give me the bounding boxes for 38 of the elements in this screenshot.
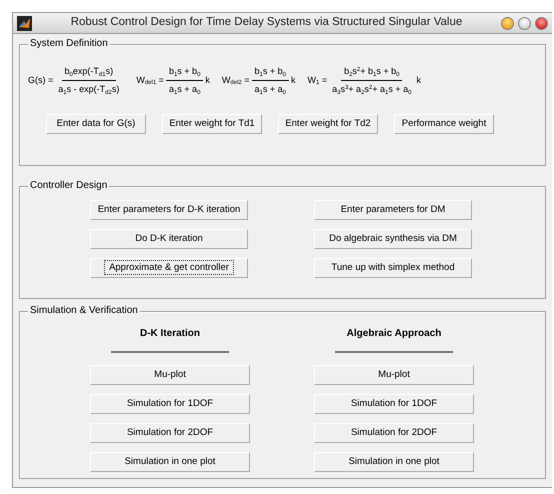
minimize-button[interactable]	[501, 16, 514, 30]
window-title: Robust Control Design for Time Delay Systems via Structured Singular Value	[70, 15, 464, 30]
push-button[interactable]: Simulation for 1DOF	[314, 394, 474, 414]
fraction: b$_{0}$exp(-T$_{d1}$s) a$_{1}$s - exp(-T$_{d2}$s)	[57, 65, 120, 96]
group-title: System Definition	[28, 38, 110, 50]
group-title: Controller Design	[28, 180, 110, 192]
formula-label: W$_{del2}$ =	[222, 74, 250, 88]
push-button[interactable]: Tune up with simplex method	[314, 258, 472, 278]
push-button[interactable]: Enter weight for Td2	[278, 114, 378, 134]
push-button[interactable]: Simulation in one plot	[314, 452, 474, 472]
push-button[interactable]: Enter weight for Td1	[162, 114, 262, 134]
push-button[interactable]: Simulation for 1DOF	[90, 394, 250, 414]
push-button[interactable]: Enter parameters for D-K iteration	[90, 200, 248, 220]
column-heading: D-K Iteration	[139, 327, 201, 341]
push-button[interactable]: Mu-plot	[90, 365, 250, 385]
push-button[interactable]: Mu-plot	[314, 365, 474, 385]
push-button[interactable]: Do D-K iteration	[90, 229, 248, 249]
push-button[interactable]: Simulation for 2DOF	[90, 423, 250, 443]
formula-label: k	[290, 74, 296, 87]
fraction: b$_{1}$s + b$_{0}$ a$_{1}$s + a$_{0}$	[252, 65, 289, 96]
formula-label: k	[416, 74, 421, 87]
zoom-button[interactable]	[518, 16, 531, 30]
fraction: b$_{1}$s + b$_{0}$ a$_{1}$s + a$_{0}$	[166, 65, 204, 96]
column-heading: Algebraic Approach	[346, 327, 442, 341]
formula-label: W$_{del1}$ =	[136, 74, 164, 88]
push-button[interactable]: Do algebraic synthesis via DM	[314, 229, 472, 249]
fraction: b$_{2}$s$^{2}$+ b$_{1}$s + b$_{0}$ a$_{3}$s$^{3}$+ a$_{2}$s$^{2}$+ a$_{1}$s + a$_{0}$	[331, 65, 412, 96]
push-button[interactable]: Performance weight	[394, 114, 494, 134]
formula-label: G(s) =	[28, 74, 54, 87]
push-button[interactable]: Approximate & get controller	[90, 258, 248, 278]
formula-label: W$_{1}$ =	[307, 74, 328, 88]
formula-label: k	[205, 74, 210, 87]
push-button[interactable]: Enter parameters for DM	[314, 200, 472, 220]
push-button[interactable]: Simulation for 2DOF	[314, 423, 474, 443]
close-button[interactable]	[535, 16, 548, 30]
app-logo-icon	[17, 16, 32, 30]
push-button[interactable]: Enter data for G(s)	[46, 114, 146, 134]
push-button[interactable]: Simulation in one plot	[90, 452, 250, 472]
